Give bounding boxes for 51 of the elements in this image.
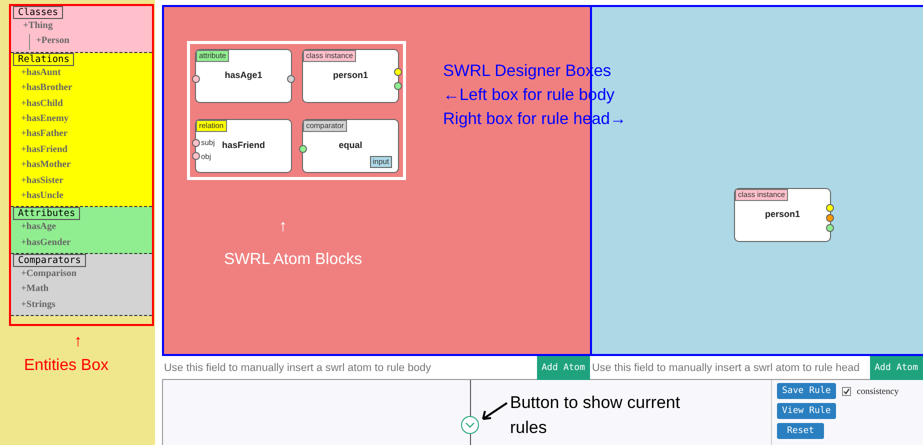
annotation-text: rules [510, 417, 547, 439]
arrow-icon [480, 400, 510, 422]
checkbox-label: consistency [856, 386, 899, 396]
entity-item[interactable]: +Strings [11, 298, 56, 314]
entity-item[interactable]: +hasEnemy [11, 112, 69, 128]
entity-item[interactable]: +hasGender [11, 236, 71, 252]
reset-button[interactable]: Reset [777, 423, 824, 439]
atom-name: hasAge1 [224, 70, 262, 80]
add-atom-button[interactable]: Add Atom [870, 356, 923, 380]
entity-item[interactable]: +hasFriend [11, 142, 68, 158]
annotation-text: SWRL Atom Blocks [224, 250, 362, 270]
consistency-checkbox[interactable] [842, 386, 851, 396]
atom-name: person1 [764, 209, 800, 219]
entity-item[interactable]: +hasSister [11, 174, 64, 189]
add-atom-button[interactable]: Add Atom [536, 356, 590, 380]
section-header: Comparators [13, 254, 86, 268]
annotation-text: Button to show current [510, 392, 680, 414]
entity-item[interactable]: +Comparison [11, 267, 77, 282]
atom-name: equal [338, 140, 362, 150]
section-header: Classes [13, 6, 64, 19]
entity-item[interactable]: +hasAunt [11, 66, 61, 82]
port-dot[interactable] [287, 75, 295, 83]
port-dot[interactable] [826, 204, 834, 212]
annotation-text: ↑ [74, 332, 82, 352]
atom-name: person1 [332, 70, 368, 80]
entity-item[interactable]: +hasFather [11, 127, 68, 143]
annotation-text: Entities Box [24, 356, 108, 376]
port-dot[interactable] [826, 214, 834, 222]
view-rule-button[interactable]: View Rule [777, 403, 836, 419]
port-dot[interactable] [394, 82, 402, 90]
entity-item[interactable]: +hasAge [11, 220, 56, 236]
port-dot[interactable] [192, 138, 200, 147]
port-dot[interactable] [192, 75, 200, 83]
section-header: Relations [13, 52, 74, 66]
entity-item[interactable]: +hasBrother [11, 81, 72, 97]
entity-item[interactable]: +Person [36, 34, 70, 50]
chevron-down-icon [465, 422, 475, 428]
port-dot[interactable] [394, 68, 402, 76]
port-dot[interactable] [826, 224, 834, 232]
section-header: Attributes [13, 207, 80, 220]
port-dot[interactable] [192, 152, 200, 160]
entity-item[interactable]: +hasChild [11, 96, 63, 112]
show-rules-button[interactable] [461, 416, 479, 434]
entity-item[interactable]: +Math [11, 282, 49, 298]
atom-name: hasFriend [222, 140, 265, 150]
entity-item[interactable]: +hasMother [11, 158, 71, 174]
annotation-text: ↑ [279, 217, 287, 237]
entity-item[interactable]: +hasUncle [11, 188, 64, 204]
port-dot[interactable] [299, 145, 307, 153]
save-rule-button[interactable]: Save Rule [777, 383, 836, 399]
entity-item[interactable]: +Thing [11, 19, 53, 34]
